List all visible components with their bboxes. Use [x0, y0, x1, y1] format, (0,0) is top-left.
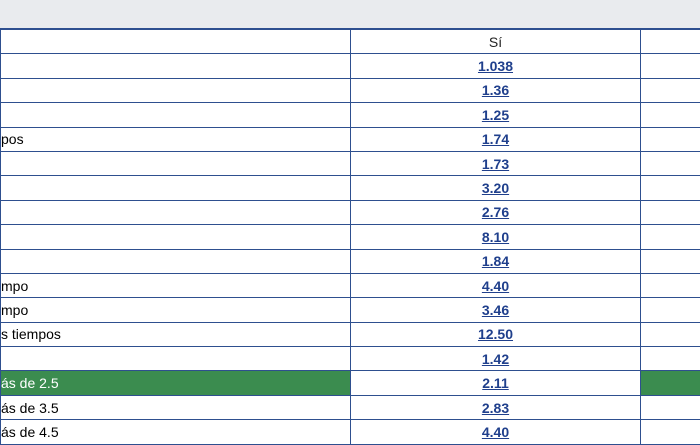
table-row: 1.42 — [1, 347, 700, 371]
market-label-cell — [1, 200, 351, 224]
table-row: 1.36 — [1, 78, 700, 102]
odds-link[interactable]: 4.40 — [482, 424, 509, 440]
extra-cell — [641, 322, 700, 346]
market-label-cell: s tiempos — [1, 322, 351, 346]
odds-cell: 12.50 — [351, 322, 641, 346]
table-row: s tiempos 12.50 — [1, 322, 700, 346]
market-label-cell — [1, 54, 351, 78]
odds-link[interactable]: 1.84 — [482, 253, 509, 269]
extra-cell — [641, 225, 700, 249]
table-row: 1.25 — [1, 103, 700, 127]
odds-link[interactable]: 4.40 — [482, 278, 509, 294]
extra-cell — [641, 176, 700, 200]
market-label-cell: mpo — [1, 273, 351, 297]
extra-cell — [641, 78, 700, 102]
odds-link[interactable]: 2.83 — [482, 400, 509, 416]
market-label: s tiempos — [1, 326, 61, 342]
market-column-header — [1, 30, 351, 54]
odds-link[interactable]: 12.50 — [478, 326, 513, 342]
odds-link[interactable]: 8.10 — [482, 229, 509, 245]
extra-cell — [641, 54, 700, 78]
market-label-cell — [1, 103, 351, 127]
odds-cell: 2.76 — [351, 200, 641, 224]
extra-cell — [641, 200, 700, 224]
table-row: pos 1.74 — [1, 127, 700, 151]
market-label-cell — [1, 225, 351, 249]
table-row: ás de 3.5 2.83 — [1, 395, 700, 419]
market-label: ás de 3.5 — [1, 400, 59, 416]
market-label: mpo — [1, 302, 28, 318]
market-label-cell — [1, 249, 351, 273]
odds-table: Sí 1.038 1.36 1.25 pos 1.74 1.73 3.20 2.76 8.10 1… — [0, 29, 700, 445]
odds-cell: 4.40 — [351, 273, 641, 297]
odds-cell: 1.36 — [351, 78, 641, 102]
extra-column-header — [641, 30, 700, 54]
odds-cell: 2.83 — [351, 395, 641, 419]
table-row: mpo 4.40 — [1, 273, 700, 297]
odds-link[interactable]: 2.76 — [482, 204, 509, 220]
odds-cell: 3.20 — [351, 176, 641, 200]
market-label: mpo — [1, 278, 28, 294]
odds-cell: 1.25 — [351, 103, 641, 127]
odds-cell: 1.42 — [351, 347, 641, 371]
market-label-cell — [1, 78, 351, 102]
market-label-cell: mpo — [1, 298, 351, 322]
table-row: 2.76 — [1, 200, 700, 224]
extra-cell — [641, 127, 700, 151]
yes-column-header: Sí — [351, 30, 641, 54]
odds-cell: 8.10 — [351, 225, 641, 249]
odds-cell: 4.40 — [351, 420, 641, 444]
table-row: mpo 3.46 — [1, 298, 700, 322]
extra-cell — [641, 249, 700, 273]
odds-cell: 1.038 — [351, 54, 641, 78]
market-label-cell: pos — [1, 127, 351, 151]
table-header-row: Sí — [1, 30, 700, 54]
odds-cell: 1.84 — [351, 249, 641, 273]
odds-link[interactable]: 2.11 — [482, 375, 508, 391]
market-label-cell — [1, 347, 351, 371]
table-row: 8.10 — [1, 225, 700, 249]
market-label: pos — [1, 131, 24, 147]
odds-link[interactable]: 1.74 — [482, 131, 509, 147]
table-row: ás de 4.5 4.40 — [1, 420, 700, 444]
odds-link[interactable]: 3.20 — [482, 180, 509, 196]
odds-cell: 3.46 — [351, 298, 641, 322]
odds-link[interactable]: 1.25 — [482, 107, 509, 123]
extra-cell — [641, 395, 700, 419]
extra-cell — [641, 347, 700, 371]
table-row: ás de 2.5 2.11 — [1, 371, 700, 395]
extra-cell — [641, 103, 700, 127]
section-header-bar — [0, 0, 700, 29]
market-label: ás de 2.5 — [1, 375, 59, 391]
table-row: 1.038 — [1, 54, 700, 78]
odds-link[interactable]: 3.46 — [482, 302, 509, 318]
odds-link[interactable]: 1.36 — [482, 82, 509, 98]
table-row: 1.84 — [1, 249, 700, 273]
extra-cell — [641, 151, 700, 175]
odds-cell: 1.74 — [351, 127, 641, 151]
market-label-cell: ás de 4.5 — [1, 420, 351, 444]
table-row: 3.20 — [1, 176, 700, 200]
market-label-cell — [1, 151, 351, 175]
extra-cell — [641, 298, 700, 322]
market-label: ás de 4.5 — [1, 424, 59, 440]
market-label-cell: ás de 3.5 — [1, 395, 351, 419]
extra-cell — [641, 420, 700, 444]
market-label-cell — [1, 176, 351, 200]
odds-link[interactable]: 1.42 — [482, 351, 509, 367]
table-row: 1.73 — [1, 151, 700, 175]
odds-cell: 2.11 — [351, 371, 641, 395]
odds-link[interactable]: 1.038 — [478, 58, 513, 74]
odds-link[interactable]: 1.73 — [482, 156, 509, 172]
extra-cell — [641, 273, 700, 297]
market-label-cell: ás de 2.5 — [1, 371, 351, 395]
extra-cell — [641, 371, 700, 395]
odds-cell: 1.73 — [351, 151, 641, 175]
